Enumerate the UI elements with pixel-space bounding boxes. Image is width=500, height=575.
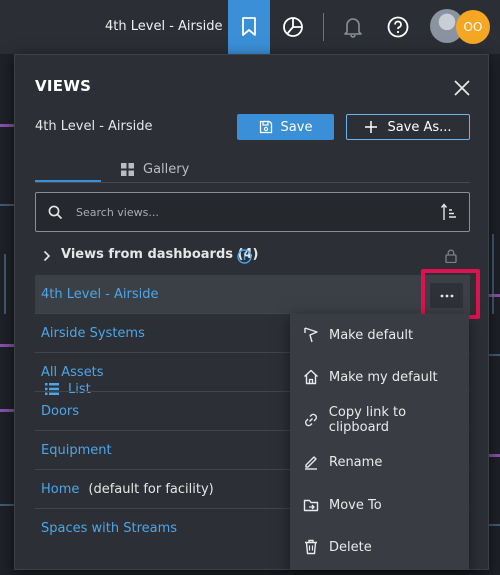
tab-gallery[interactable]: Gallery xyxy=(121,157,189,181)
menu-item-make-my-default[interactable]: Make my default xyxy=(290,356,469,398)
menu-item-delete[interactable]: Delete xyxy=(290,526,469,568)
view-name: Doors xyxy=(41,403,80,419)
search-input[interactable] xyxy=(76,202,416,222)
bell-icon xyxy=(344,18,362,38)
menu-item-label: Rename xyxy=(329,454,383,470)
save-icon xyxy=(259,120,272,134)
views-button[interactable] xyxy=(228,0,270,54)
chevron-right-icon xyxy=(43,250,51,262)
view-name: Equipment xyxy=(41,442,112,458)
menu-item-make-default[interactable]: Make default xyxy=(290,314,469,356)
menu-item-label: Make my default xyxy=(329,369,438,385)
view-name: Spaces with Streams xyxy=(41,521,178,536)
user-avatar[interactable]: OO xyxy=(430,9,492,45)
tabs-divider xyxy=(35,182,470,183)
sort-icon[interactable] xyxy=(441,203,457,221)
menu-item-label: Make default xyxy=(329,327,414,343)
group-label: Views from dashboards (4) xyxy=(61,247,259,262)
view-row[interactable]: 4th Level - Airside xyxy=(35,275,470,314)
view-name: 4th Level - Airside xyxy=(41,286,159,302)
save-as-button[interactable]: Save As... xyxy=(346,114,470,140)
info-icon[interactable] xyxy=(237,249,252,264)
close-icon xyxy=(454,80,470,96)
panel-title: VIEWS xyxy=(35,77,92,95)
view-name: Airside Systems xyxy=(41,325,145,341)
menu-item-rename[interactable]: Rename xyxy=(290,441,469,483)
save-label: Save xyxy=(280,119,313,135)
lock-icon xyxy=(445,249,457,263)
default-facility-note: (default for facility) xyxy=(88,481,214,497)
help-icon xyxy=(387,16,409,38)
toolbar-divider xyxy=(323,13,324,41)
view-name: Home xyxy=(41,481,80,497)
pie-chart-icon xyxy=(283,17,303,37)
close-button[interactable] xyxy=(451,77,473,99)
menu-item-label: Copy link to clipboard xyxy=(328,405,407,435)
menu-item-label: Move To xyxy=(329,497,382,513)
gallery-icon xyxy=(121,162,134,176)
view-name: All Assets xyxy=(41,364,104,380)
dashboard-button[interactable] xyxy=(273,0,313,54)
bookmark-icon xyxy=(242,17,256,36)
notifications-button[interactable] xyxy=(333,0,373,54)
trash-icon xyxy=(305,539,317,555)
move-to-icon xyxy=(303,499,319,512)
facility-name[interactable]: 4th Level - Airside xyxy=(105,0,223,54)
tab-gallery-label: Gallery xyxy=(143,161,190,177)
view-context-menu: Make default Make my default Copy link t… xyxy=(290,314,469,570)
search-box xyxy=(35,192,470,232)
link-icon xyxy=(304,413,317,427)
home-icon xyxy=(304,369,318,385)
ellipsis-icon xyxy=(440,294,453,297)
avatar-initials: OO xyxy=(456,10,490,44)
menu-item-copy-link[interactable]: Copy link to clipboard xyxy=(290,399,469,441)
plus-icon xyxy=(365,121,378,133)
more-options-button[interactable] xyxy=(430,283,463,308)
flag-icon xyxy=(304,327,318,343)
save-as-label: Save As... xyxy=(387,119,452,135)
dashboard-views-group[interactable]: Views from dashboards (4) xyxy=(35,243,470,271)
current-view-name: 4th Level - Airside xyxy=(35,119,153,134)
search-icon xyxy=(48,205,63,220)
menu-item-move-to[interactable]: Move To xyxy=(290,484,469,526)
menu-item-label: Delete xyxy=(329,539,372,555)
save-button[interactable]: Save xyxy=(237,114,334,140)
help-button[interactable] xyxy=(378,0,418,54)
pencil-icon xyxy=(305,456,317,470)
top-bar: 4th Level - Airside OO xyxy=(0,0,500,54)
